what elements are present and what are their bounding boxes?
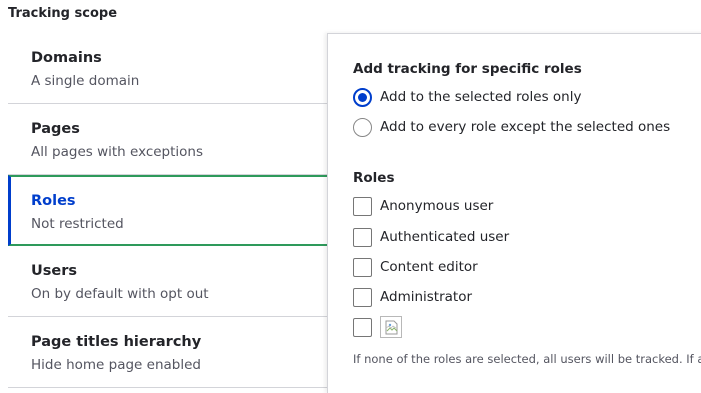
checkbox-content-editor[interactable]: Content editor xyxy=(353,256,478,278)
tab-title: Roles xyxy=(31,193,76,209)
checkbox[interactable] xyxy=(353,287,372,307)
radio-selected-roles-only[interactable]: Add to the selected roles only xyxy=(353,86,581,108)
radio-button[interactable] xyxy=(353,117,372,137)
specific-roles-label: Add tracking for specific roles xyxy=(353,61,582,77)
fieldset-legend: Tracking scope xyxy=(8,6,118,21)
tab-summary: All pages with exceptions xyxy=(31,144,204,160)
checkbox-label: Administrator xyxy=(380,289,473,305)
tab-title: Domains xyxy=(31,50,102,66)
checkbox-authenticated-user[interactable]: Authenticated user xyxy=(353,226,509,248)
radio-label: Add to the selected roles only xyxy=(380,89,582,105)
roles-label: Roles xyxy=(353,170,395,186)
checkbox-label: Authenticated user xyxy=(380,229,510,245)
checkbox-anonymous-user[interactable]: Anonymous user xyxy=(353,195,493,217)
radio-button[interactable] xyxy=(353,87,372,107)
tab-title: Users xyxy=(31,263,78,279)
tab-roles[interactable]: Roles Not restricted xyxy=(8,175,328,246)
tab-title: Pages xyxy=(31,121,80,137)
tab-summary: On by default with opt out xyxy=(31,286,209,302)
checkbox-administrator[interactable]: Administrator xyxy=(353,286,472,308)
radio-label: Add to every role except the selected on… xyxy=(380,119,671,135)
tab-domains[interactable]: Domains A single domain xyxy=(8,33,328,104)
checkbox-label: Anonymous user xyxy=(380,198,494,214)
broken-image-icon xyxy=(380,316,402,338)
checkbox[interactable] xyxy=(353,257,372,277)
checkbox-unlabeled-role[interactable] xyxy=(353,316,402,338)
tab-pane-roles: Add tracking for specific roles Add to t… xyxy=(327,33,701,393)
checkbox[interactable] xyxy=(353,317,372,337)
radio-every-role-except[interactable]: Add to every role except the selected on… xyxy=(353,116,670,138)
tab-summary: A single domain xyxy=(31,73,140,89)
tab-summary: Not restricted xyxy=(31,216,124,232)
tab-summary: Hide home page enabled xyxy=(31,357,201,373)
tab-users[interactable]: Users On by default with opt out xyxy=(8,246,328,317)
checkbox[interactable] xyxy=(353,227,372,247)
tab-pages[interactable]: Pages All pages with exceptions xyxy=(8,104,328,175)
tab-page-titles-hierarchy[interactable]: Page titles hierarchy Hide home page ena… xyxy=(8,317,328,388)
tab-title: Page titles hierarchy xyxy=(31,334,202,350)
vertical-tabs: Domains A single domain Pages All pages … xyxy=(8,33,328,388)
roles-description: If none of the roles are selected, all u… xyxy=(353,352,701,366)
checkbox[interactable] xyxy=(353,196,372,216)
checkbox-label: Content editor xyxy=(380,259,478,275)
